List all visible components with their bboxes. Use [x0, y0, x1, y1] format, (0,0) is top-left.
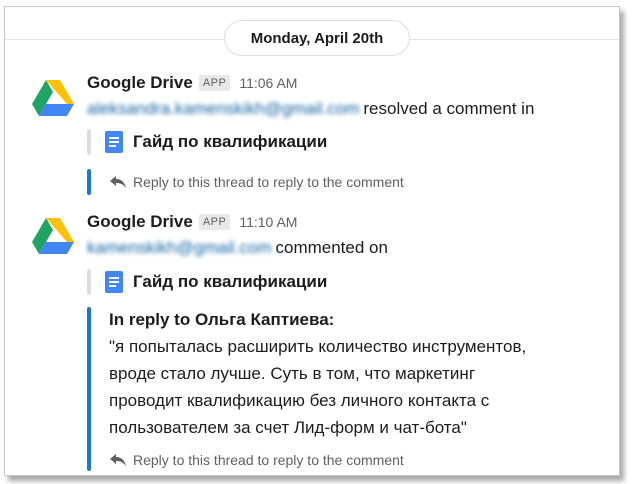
date-divider[interactable]: Monday, April 20th [224, 20, 410, 56]
quote-content: In reply to Ольга Каптиева: "я попыталас… [109, 307, 609, 471]
timestamp[interactable]: 11:10 AM [239, 214, 297, 230]
message-header: Google Drive APP 11:06 AM [87, 73, 297, 93]
message-text: kamenskikh@gmail.com commented on [87, 238, 388, 258]
sender-name[interactable]: Google Drive [87, 212, 193, 232]
reply-hint-text: Reply to this thread to reply to the com… [133, 452, 404, 468]
document-title-link[interactable]: Гайд по квалификации [133, 272, 327, 292]
document-attachment[interactable]: Гайд по квалификации [87, 129, 327, 155]
message-pane: Monday, April 20th Google Drive APP 11:0… [4, 6, 620, 476]
google-drive-logo-icon[interactable] [32, 79, 74, 119]
reply-arrow-icon [110, 454, 126, 466]
quote-line: вроде стало лучше. Суть в том, что марке… [109, 364, 476, 383]
user-email-link[interactable]: aleksandra.kamenskikh@gmail.com [87, 99, 359, 119]
action-text: commented on [275, 238, 388, 257]
reply-arrow-icon [110, 176, 126, 188]
message-header: Google Drive APP 11:10 AM [87, 212, 297, 232]
reply-hint: Reply to this thread to reply to the com… [87, 169, 404, 195]
document-title-link[interactable]: Гайд по квалификации [133, 132, 327, 152]
google-docs-icon [105, 271, 123, 293]
accent-bar [87, 307, 91, 471]
google-docs-icon [105, 131, 123, 153]
sender-name[interactable]: Google Drive [87, 73, 193, 93]
reply-hint-text: Reply to this thread to reply to the com… [133, 174, 404, 190]
action-text: resolved a comment in [363, 99, 535, 118]
quote-text: "я попыталась расширить количество инстр… [109, 333, 609, 441]
attachment-bar [87, 269, 91, 295]
user-email-link[interactable]: kamenskikh@gmail.com [87, 238, 271, 258]
timestamp[interactable]: 11:06 AM [239, 75, 297, 91]
reply-hint: Reply to this thread to reply to the com… [87, 449, 404, 471]
quote-line: пользователем за счет Лид-форм и чат-бот… [109, 418, 467, 437]
message-text: aleksandra.kamenskikh@gmail.com resolved… [87, 99, 534, 119]
document-attachment[interactable]: Гайд по квалификации [87, 269, 327, 295]
google-drive-logo-icon[interactable] [32, 217, 74, 257]
accent-bar [87, 169, 91, 195]
app-badge: APP [198, 214, 231, 230]
reply-spacer [87, 449, 91, 471]
quote-heading: In reply to Ольга Каптиева: [109, 310, 335, 329]
quote-line: "я попыталась расширить количество инстр… [109, 337, 527, 356]
app-badge: APP [198, 75, 231, 91]
comment-quote: In reply to Ольга Каптиева: "я попыталас… [87, 307, 609, 471]
attachment-bar [87, 129, 91, 155]
quote-line: проводит квалификацию без личного контак… [109, 391, 490, 410]
